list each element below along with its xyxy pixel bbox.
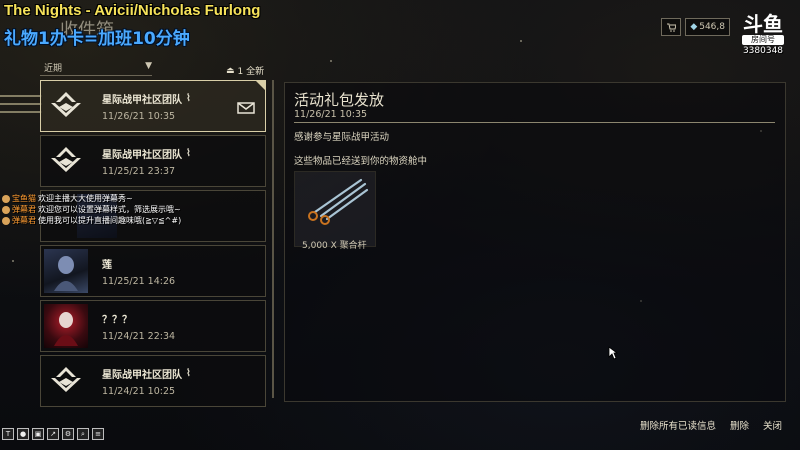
character-portrait-icon xyxy=(54,312,78,346)
message-title: 活动礼包发放 xyxy=(294,91,385,109)
chevron-down-icon: ▼ xyxy=(145,61,152,71)
sender-name: 星际战甲社区团队 xyxy=(102,369,182,381)
list-scrollbar[interactable] xyxy=(272,80,274,398)
menu-icon[interactable]: ≡ xyxy=(92,428,104,440)
lotus-logo-avatar xyxy=(44,359,88,403)
message-body: 感谢参与星际战甲活动 xyxy=(294,132,390,143)
currency-balance: ◆ 546,8 xyxy=(685,18,730,36)
stream-caption: 礼物1办卡=加班10分钟 xyxy=(4,29,190,49)
message-date: 11/24/21 10:25 xyxy=(102,385,176,397)
lotus-logo-avatar xyxy=(44,139,88,183)
list-item[interactable]: 星际战甲社区团队 ⌇ 11/25/21 23:37 xyxy=(40,135,266,187)
sender-name: 星际战甲社区团队 xyxy=(102,94,182,106)
list-item[interactable]: 莲 11/25/21 14:26 xyxy=(40,245,266,297)
list-item[interactable]: 星际战甲社区团队 ⌇ 11/26/21 10:35 xyxy=(40,80,266,132)
unread-count: ⏏ 1 全新 xyxy=(226,65,265,78)
top-right-toolbar: ◆ 546,8 xyxy=(661,18,730,36)
paperclip-icon: ⌇ xyxy=(186,367,191,379)
message-list: 星际战甲社区团队 ⌇ 11/26/21 10:35 星际战甲社区团队 ⌇ 11/25… xyxy=(40,80,266,410)
character-avatar xyxy=(44,304,88,348)
character-portrait-icon xyxy=(54,256,78,291)
lotus-icon xyxy=(51,147,81,172)
platinum-icon: ◆ xyxy=(690,22,698,32)
sender-name: ？？？ xyxy=(102,314,132,326)
decorative-lines xyxy=(0,95,42,113)
message-date: 11/26/21 10:35 xyxy=(102,110,176,122)
gift-icon[interactable]: ▣ xyxy=(32,428,44,440)
lotus-icon xyxy=(51,367,81,392)
user-avatar-icon xyxy=(2,205,10,214)
overlay-toolbar: T ● ▣ ↗ ⚙ ⌕ ≡ xyxy=(2,428,104,440)
message-date: 11/25/21 14:26 xyxy=(102,275,176,287)
share-icon[interactable]: ↗ xyxy=(47,428,59,440)
settings-icon[interactable]: ⚙ xyxy=(62,428,74,440)
mouse-cursor-icon xyxy=(608,346,618,360)
inbox-filter-dropdown[interactable]: 近期 ▼ xyxy=(40,61,152,76)
list-item[interactable]: 星际战甲社区团队 ⌇ 11/24/21 10:25 xyxy=(40,355,266,407)
divider xyxy=(294,122,775,123)
character-avatar xyxy=(44,249,88,293)
song-title: The Nights - Avicii/Nicholas Furlong xyxy=(4,2,261,19)
close-button[interactable]: 关闭 xyxy=(763,418,782,432)
message-date: 11/25/21 23:37 xyxy=(102,165,176,177)
message-date: 11/24/21 22:34 xyxy=(102,330,176,342)
sender-name: 莲 xyxy=(102,259,112,271)
message-date: 11/26/21 10:35 xyxy=(294,109,368,120)
user-avatar-icon xyxy=(2,216,10,225)
envelope-icon xyxy=(237,99,255,118)
user-avatar-icon xyxy=(2,194,10,203)
room-number: 3380348 xyxy=(742,46,784,56)
douyu-logo: 斗鱼 房间号 3380348 xyxy=(736,14,790,56)
lotus-logo-avatar xyxy=(44,84,88,128)
text-icon[interactable]: T xyxy=(2,428,14,440)
search-icon[interactable]: ⌕ xyxy=(77,428,89,440)
reward-item-card[interactable] xyxy=(294,171,376,247)
user-icon[interactable]: ● xyxy=(17,428,29,440)
danmaku-chat: 宝鱼猫 欢迎主播大大使用弹幕秀~ 弹幕君 欢迎您可以设置弹幕样式，筛选展示哦~ … xyxy=(2,193,181,226)
message-note: 这些物品已经送到你的物资舱中 xyxy=(294,156,428,167)
chat-message: 宝鱼猫 欢迎主播大大使用弹幕秀~ xyxy=(2,193,181,204)
action-bar: 删除所有已读信息 删除 关闭 xyxy=(640,418,782,432)
reward-quantity: 5,000 X 聚合杆 xyxy=(302,241,367,251)
paperclip-icon: ⌇ xyxy=(186,92,191,104)
inbox-icon: ⏏ xyxy=(226,65,235,76)
delete-button[interactable]: 删除 xyxy=(730,418,749,432)
list-item[interactable]: ？？？ 11/24/21 22:34 xyxy=(40,300,266,352)
cart-button[interactable] xyxy=(661,18,682,36)
cart-icon xyxy=(667,23,677,32)
sender-name: 星际战甲社区团队 xyxy=(102,149,182,161)
lotus-icon xyxy=(51,92,81,117)
chat-message: 弹幕君 欢迎您可以设置弹幕样式，筛选展示哦~ xyxy=(2,204,181,215)
paperclip-icon: ⌇ xyxy=(186,147,191,159)
new-indicator xyxy=(256,81,265,90)
message-detail-panel: 活动礼包发放 11/26/21 10:35 感谢参与星际战甲活动 这些物品已经送… xyxy=(284,82,786,402)
delete-all-read-button[interactable]: 删除所有已读信息 xyxy=(640,418,716,432)
polymer-bundle-icon xyxy=(308,178,369,225)
chat-message: 弹幕君 使用我可以提升直播间趣味哦(≧▽≦^#) xyxy=(2,215,181,226)
